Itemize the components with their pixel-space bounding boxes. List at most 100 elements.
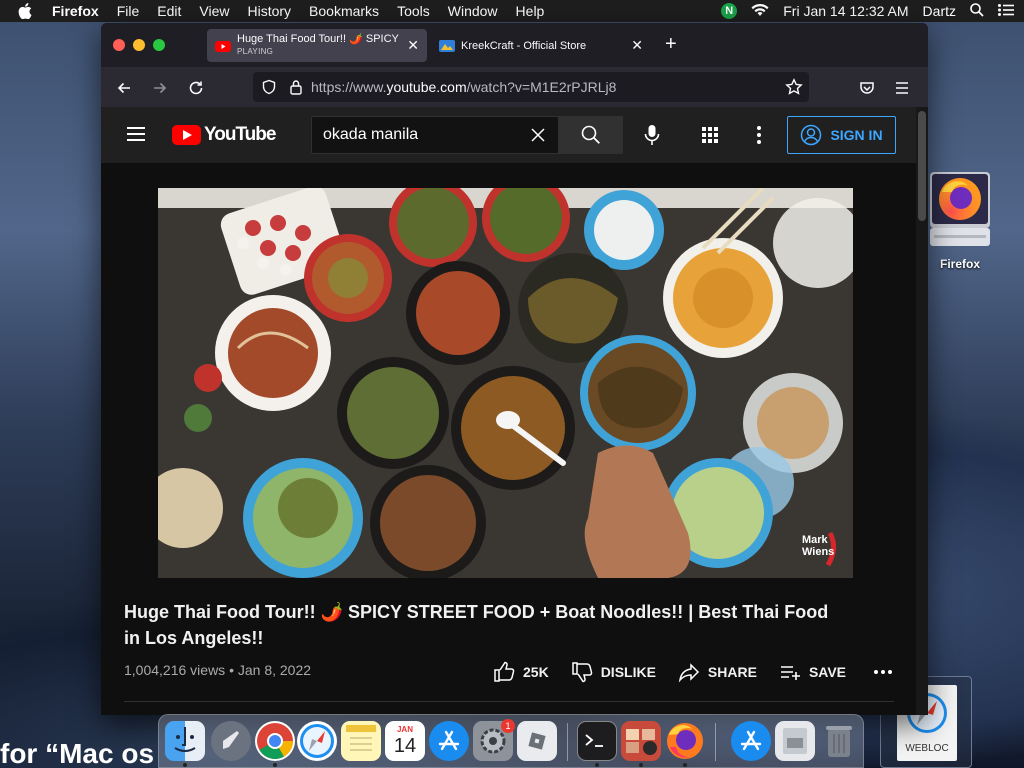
tab-title-wrapper: Huge Thai Food Tour!! 🌶️ SPICY PLAYING	[237, 33, 401, 58]
tab-playing-label: PLAYING	[237, 47, 274, 56]
share-label: SHARE	[707, 664, 757, 680]
window-controls	[113, 39, 165, 51]
menu-edit[interactable]: Edit	[157, 3, 181, 19]
search-box[interactable]: okada manila	[311, 116, 559, 154]
video-frame-food-table	[158, 188, 853, 578]
status-badge-icon[interactable]: N	[721, 3, 738, 19]
photo-booth-running-indicator	[639, 763, 643, 767]
minimize-window-button[interactable]	[133, 39, 145, 51]
calendar-day: 14	[393, 735, 417, 757]
video-watermark: Mark Wiens	[802, 534, 834, 558]
firefox-dock-icon[interactable]	[665, 721, 705, 761]
sign-in-button[interactable]: SIGN IN	[787, 116, 896, 154]
safari-icon[interactable]	[297, 721, 337, 761]
launchpad-icon[interactable]	[211, 721, 251, 761]
apple-menu-icon[interactable]	[18, 3, 34, 19]
close-tab-icon[interactable]: ✕	[407, 37, 419, 54]
menu-help[interactable]: Help	[516, 3, 545, 19]
youtube-wordmark: YouTube	[204, 124, 276, 145]
voice-search-microphone-icon[interactable]	[636, 119, 668, 151]
share-button[interactable]: SHARE	[678, 661, 757, 683]
menu-history[interactable]: History	[247, 3, 291, 19]
more-actions-icon[interactable]	[874, 670, 893, 674]
terminal-icon[interactable]	[577, 721, 617, 761]
address-bar[interactable]: https://www.youtube.com/watch?v=M1E2rPJR…	[253, 72, 809, 102]
url-path: /watch?v=M1E2rPJRLj8	[466, 79, 617, 95]
spotlight-search-icon[interactable]	[970, 2, 984, 20]
menu-file[interactable]: File	[117, 3, 140, 19]
hamburger-menu-icon[interactable]	[127, 127, 145, 141]
menu-app-firefox[interactable]: Firefox	[52, 3, 99, 19]
chrome-icon[interactable]	[255, 721, 295, 761]
section-divider	[124, 701, 894, 702]
search-button[interactable]	[559, 116, 623, 154]
menu-bookmarks[interactable]: Bookmarks	[309, 3, 379, 19]
youtube-play-icon	[172, 125, 201, 145]
firefox-window: Huge Thai Food Tour!! 🌶️ SPICY PLAYING ✕…	[101, 23, 928, 715]
app-menu-icon[interactable]	[893, 79, 911, 97]
scrollbar-thumb[interactable]	[918, 111, 926, 221]
trash-icon[interactable]	[819, 721, 859, 761]
background-window-text: for “Mac os	[0, 738, 155, 768]
terminal-running-indicator	[595, 763, 599, 767]
desktop-firefox-label: Firefox	[939, 257, 980, 271]
tracking-shield-icon[interactable]	[261, 79, 277, 95]
like-button[interactable]: 25K	[493, 661, 549, 683]
kreekcraft-favicon-icon	[439, 38, 455, 54]
url-text[interactable]: https://www.youtube.com/watch?v=M1E2rPJR…	[311, 79, 616, 95]
youtube-apps-grid-icon[interactable]	[699, 124, 721, 146]
settings-notification-badge: 1	[501, 719, 515, 733]
tab-kreekcraft-store[interactable]: KreekCraft - Official Store ✕	[431, 29, 651, 62]
thumbs-up-icon	[494, 661, 515, 682]
search-input[interactable]: okada manila	[323, 126, 526, 144]
desktop-firefox-icon[interactable]: Firefox	[928, 172, 992, 271]
tab-title: Huge Thai Food Tour!! 🌶️ SPICY	[237, 33, 399, 45]
calendar-icon[interactable]: JAN 14	[385, 721, 425, 761]
page-scrollbar[interactable]	[916, 107, 928, 715]
menubar-user[interactable]: Dartz	[923, 3, 956, 19]
applications-folder-icon[interactable]	[731, 721, 771, 761]
firefox-drive-icon	[930, 172, 990, 246]
menu-tools[interactable]: Tools	[397, 3, 430, 19]
menu-window[interactable]: Window	[448, 3, 498, 19]
reload-button-icon[interactable]	[187, 79, 205, 97]
bookmark-star-icon[interactable]	[785, 78, 803, 96]
lock-icon[interactable]	[289, 79, 303, 95]
new-tab-button[interactable]: +	[665, 34, 677, 54]
firefox-running-indicator	[683, 763, 687, 767]
settings-more-icon[interactable]	[751, 124, 767, 146]
save-button[interactable]: SAVE	[779, 661, 846, 683]
search-icon	[581, 125, 600, 144]
roblox-icon[interactable]	[517, 721, 557, 761]
calendar-month: JAN	[396, 725, 413, 734]
save-label: SAVE	[808, 664, 847, 680]
forward-button-icon[interactable]	[151, 79, 169, 97]
youtube-page: YouTube okada manila SIGN IN Mark Wiens …	[101, 107, 928, 715]
dislike-button[interactable]: DISLIKE	[571, 661, 656, 683]
tab-bar: Huge Thai Food Tour!! 🌶️ SPICY PLAYING ✕…	[101, 23, 928, 67]
notes-icon[interactable]	[341, 721, 381, 761]
pocket-icon[interactable]	[858, 79, 876, 97]
app-store-icon[interactable]	[429, 721, 469, 761]
finder-icon[interactable]	[165, 721, 205, 761]
video-title: Huge Thai Food Tour!! 🌶️ SPICY STREET FO…	[124, 602, 829, 648]
zoom-window-button[interactable]	[153, 39, 165, 51]
downloads-folder-icon[interactable]	[775, 721, 815, 761]
youtube-favicon-icon	[215, 38, 231, 54]
clear-search-icon[interactable]	[526, 123, 550, 147]
url-prefix: https://www.	[311, 79, 387, 95]
video-views-date: 1,004,216 views • Jan 8, 2022	[124, 662, 312, 678]
menu-view[interactable]: View	[199, 3, 229, 19]
back-button-icon[interactable]	[115, 79, 133, 97]
control-center-icon[interactable]	[998, 3, 1014, 19]
tab-youtube-video[interactable]: Huge Thai Food Tour!! 🌶️ SPICY PLAYING ✕	[207, 29, 427, 62]
menubar-datetime[interactable]: Fri Jan 14 12:32 AM	[783, 3, 908, 19]
wifi-icon[interactable]	[751, 3, 769, 20]
youtube-logo[interactable]: YouTube	[172, 124, 276, 146]
dislike-label: DISLIKE	[600, 664, 656, 680]
video-player[interactable]: Mark Wiens	[158, 188, 853, 578]
photo-booth-icon[interactable]	[621, 721, 661, 761]
close-tab-icon-2[interactable]: ✕	[631, 37, 643, 54]
close-window-button[interactable]	[113, 39, 125, 51]
youtube-header: YouTube okada manila SIGN IN	[101, 107, 916, 163]
